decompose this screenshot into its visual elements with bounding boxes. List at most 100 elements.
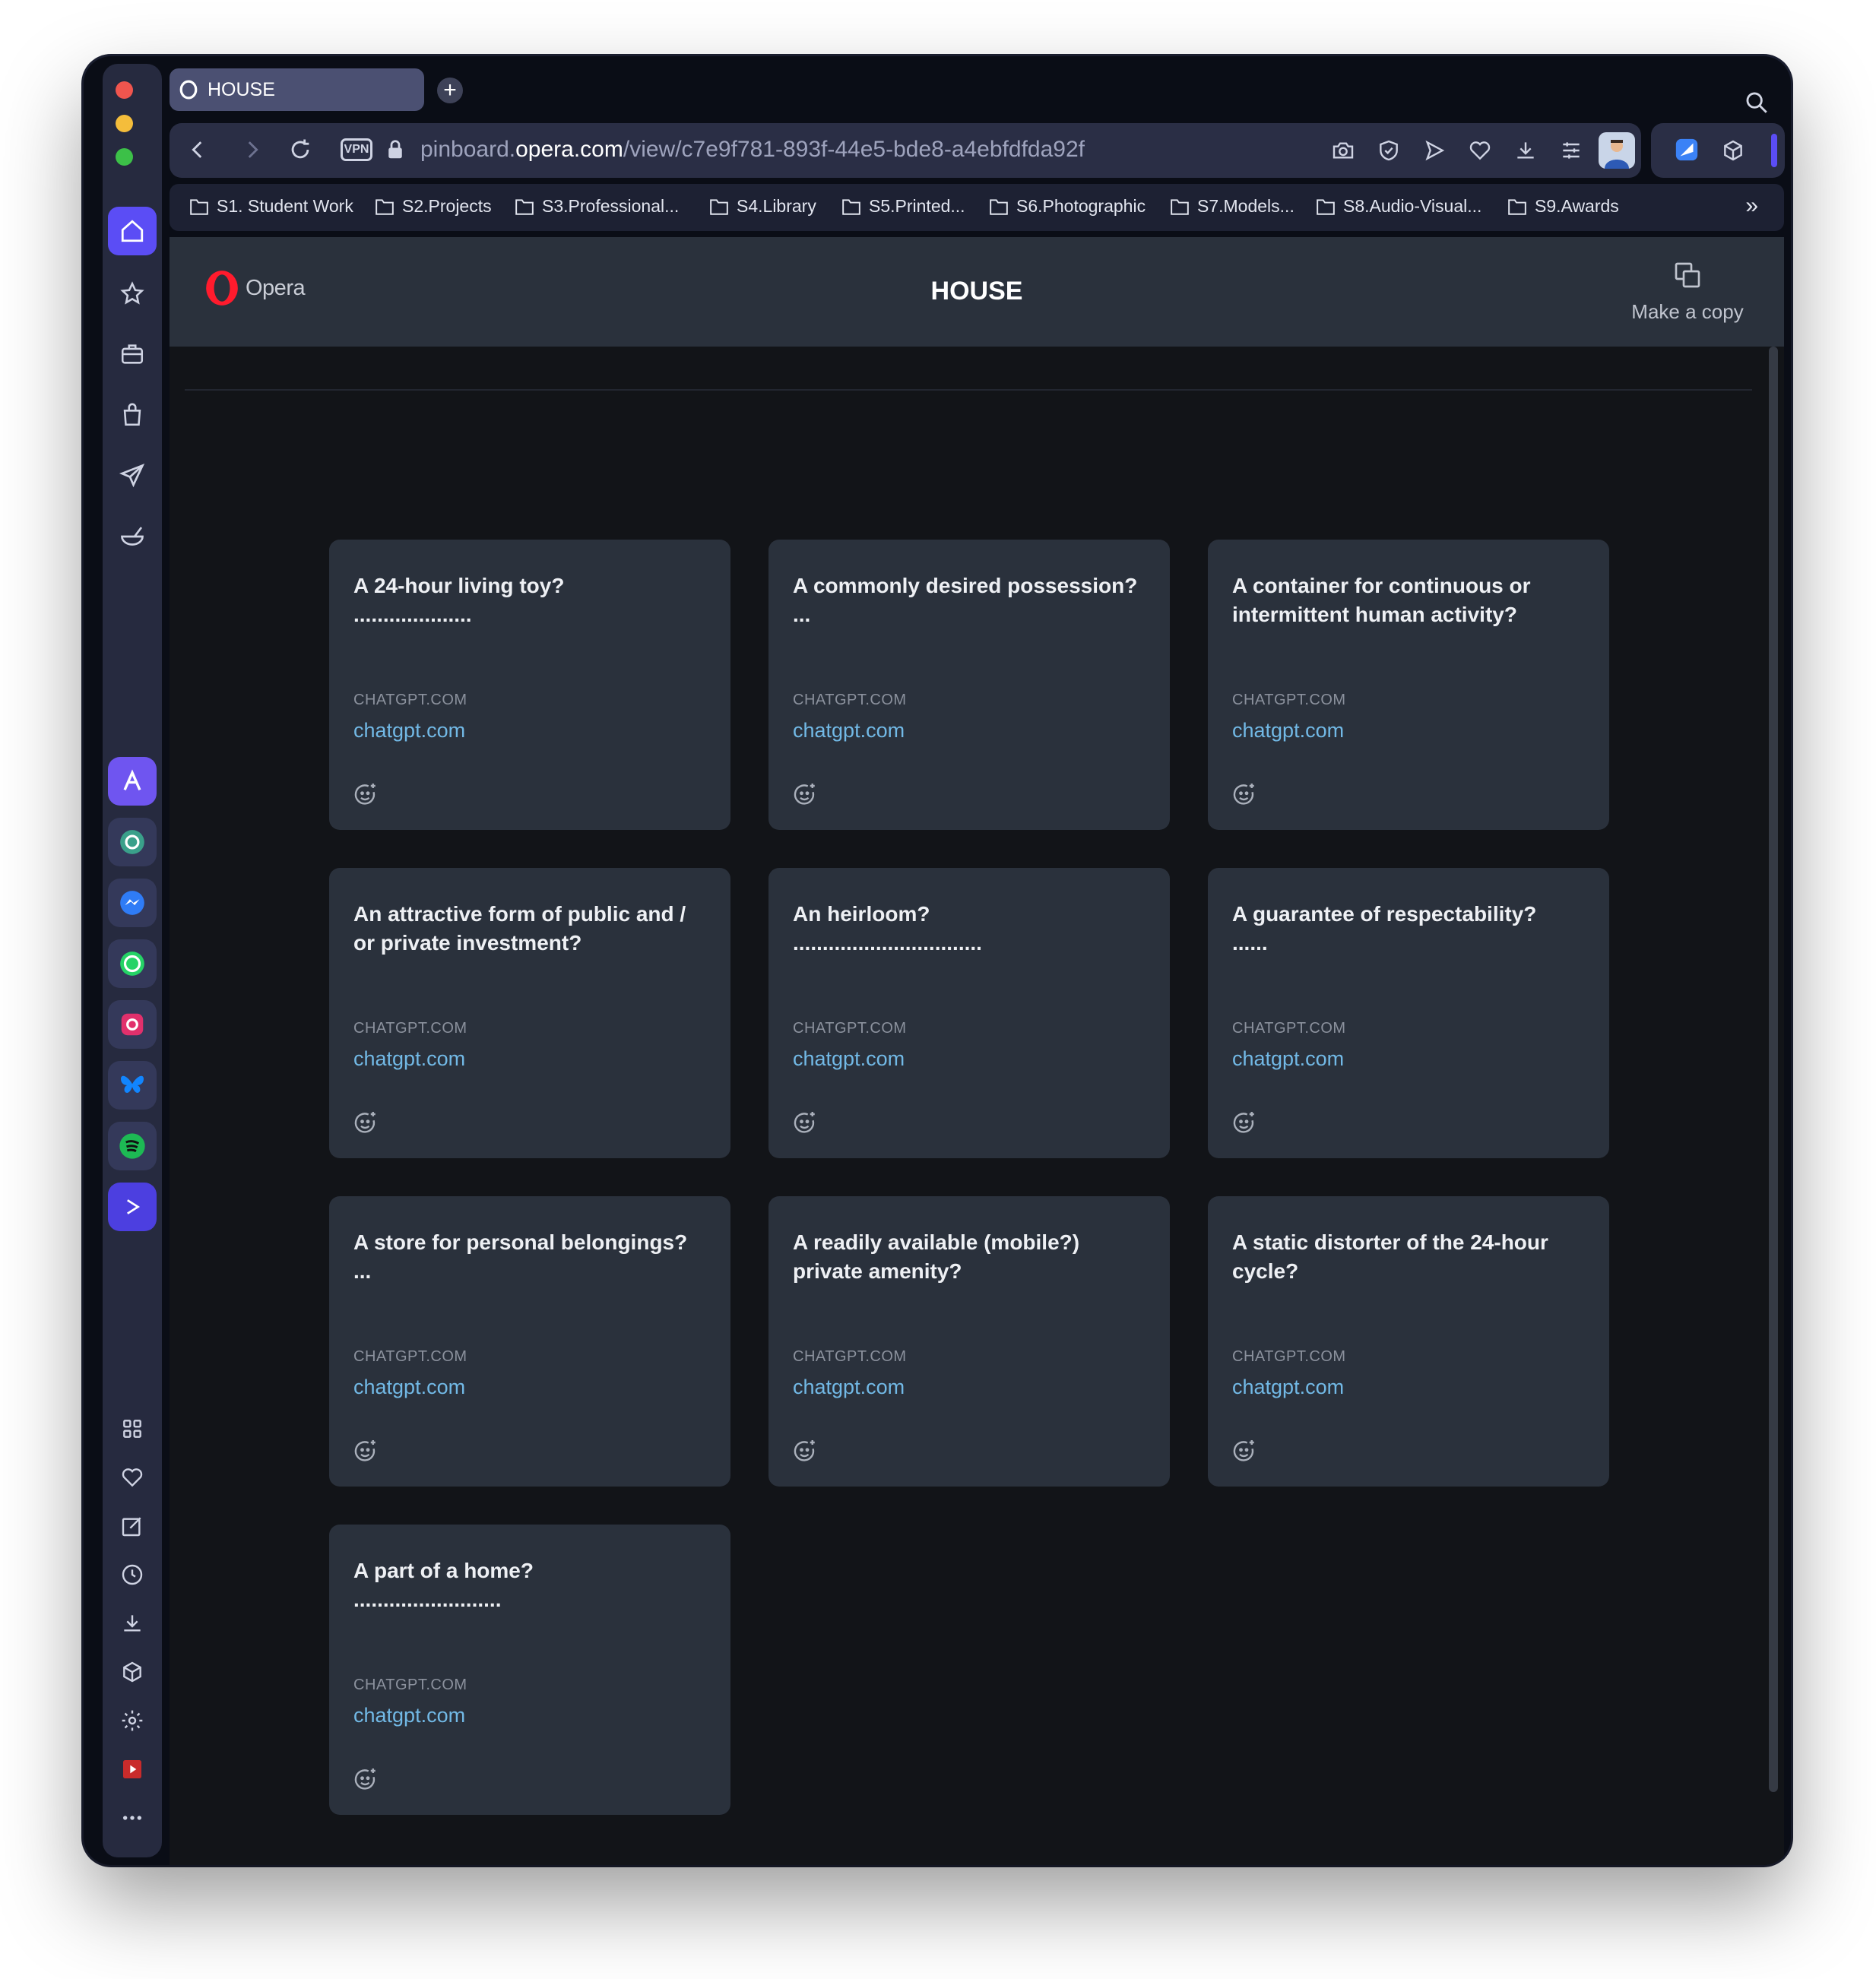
sidebar-history-button[interactable] [103, 1553, 162, 1596]
add-reaction-button[interactable] [352, 1766, 379, 1797]
card-link[interactable]: chatgpt.com [793, 719, 905, 743]
downloads-button[interactable] [1513, 138, 1538, 166]
profile-avatar-button[interactable] [1599, 132, 1635, 173]
bookmark-folder-s8[interactable]: S8.Audio-Visual... [1316, 196, 1481, 217]
sidebar-workspace-button[interactable] [103, 333, 162, 375]
sidebar-extensions-grid-button[interactable] [103, 1407, 162, 1450]
sidebar-accent-strip [1771, 134, 1777, 167]
extension-vpn-pro-button[interactable] [1674, 137, 1700, 166]
add-reaction-button[interactable] [352, 1438, 379, 1469]
tab-search-button[interactable] [1744, 90, 1770, 119]
play-icon [127, 1199, 141, 1214]
maximize-window-button[interactable] [116, 148, 133, 166]
bookmark-label: S3.Professional... [542, 196, 680, 216]
card-link[interactable]: chatgpt.com [793, 1376, 905, 1399]
messenger-app-button[interactable] [108, 879, 157, 927]
sidebar-extensions-button[interactable] [103, 1651, 162, 1693]
sidebar-travel-button[interactable] [103, 454, 162, 497]
add-reaction-button[interactable] [1231, 1110, 1258, 1141]
chevron-right-icon [248, 141, 258, 158]
heart-icon [122, 1468, 143, 1487]
add-reaction-button[interactable] [352, 781, 379, 812]
add-reaction-button[interactable] [352, 1110, 379, 1141]
url-field[interactable]: pinboard.opera.com/view/c7e9f781-893f-44… [420, 137, 1085, 163]
sidebar-settings-button[interactable] [103, 1699, 162, 1742]
chatgpt-app-button[interactable] [108, 818, 157, 866]
card-source: CHATGPT.COM [1232, 1348, 1346, 1365]
easy-setup-button[interactable] [1559, 138, 1583, 166]
aria-app-button[interactable] [108, 757, 157, 806]
spotify-app-button[interactable] [108, 1122, 157, 1170]
bookmark-folder-s9[interactable]: S9.Awards [1507, 196, 1619, 217]
scrollbar[interactable] [1769, 347, 1778, 1792]
video-icon [123, 1760, 141, 1778]
sidebar-more-button[interactable] [103, 1797, 162, 1839]
bookmark-folder-s5[interactable]: S5.Printed... [841, 196, 965, 217]
sidebar-speed-dial-button[interactable] [103, 272, 162, 315]
folder-icon [1171, 198, 1189, 215]
card-link[interactable]: chatgpt.com [1232, 1047, 1344, 1071]
card[interactable]: An heirloom? ...........................… [768, 868, 1170, 1158]
card-source: CHATGPT.COM [353, 1020, 467, 1037]
sidebar-video-button[interactable] [103, 1748, 162, 1791]
add-reaction-button[interactable] [791, 781, 819, 812]
sidebar-pinboards-button[interactable] [103, 1505, 162, 1547]
card-link[interactable]: chatgpt.com [1232, 719, 1344, 743]
vpn-badge[interactable]: VPN [341, 138, 372, 161]
sliders-icon [1563, 142, 1580, 159]
sidebar-bookmarks-button[interactable] [103, 1456, 162, 1499]
card[interactable]: A part of a home? ......................… [329, 1525, 730, 1815]
bookmark-folder-s1[interactable]: S1. Student Work [189, 196, 353, 217]
card-link[interactable]: chatgpt.com [353, 1376, 465, 1399]
reload-button[interactable] [287, 137, 313, 166]
forward-button[interactable] [239, 137, 265, 166]
card[interactable]: A readily available (mobile?) private am… [768, 1196, 1170, 1487]
add-reaction-button[interactable] [791, 1110, 819, 1141]
new-tab-button[interactable]: + [437, 78, 463, 103]
make-a-copy-button[interactable]: Make a copy [1623, 260, 1752, 324]
card-link[interactable]: chatgpt.com [353, 1047, 465, 1071]
card[interactable]: An attractive form of public and / or pr… [329, 868, 730, 1158]
bookmark-folder-s6[interactable]: S6.Photographic [989, 196, 1146, 217]
bookmark-folder-s2[interactable]: S2.Projects [375, 196, 492, 217]
card[interactable]: A commonly desired possession? ... CHATG… [768, 540, 1170, 830]
bluesky-app-button[interactable] [108, 1061, 157, 1110]
add-reaction-button[interactable] [1231, 1438, 1258, 1469]
tab-house[interactable]: HOUSE [170, 68, 424, 111]
card-link[interactable]: chatgpt.com [353, 1704, 465, 1727]
extensions-menu-button[interactable] [1721, 138, 1745, 166]
minimize-window-button[interactable] [116, 115, 133, 132]
sidebar-food-button[interactable] [103, 515, 162, 558]
instagram-app-button[interactable] [108, 1000, 157, 1049]
snapshot-button[interactable] [1331, 138, 1355, 166]
folder-icon [842, 198, 860, 215]
bookmark-folder-s7[interactable]: S7.Models... [1170, 196, 1295, 217]
card[interactable]: A 24-hour living toy? ..................… [329, 540, 730, 830]
close-window-button[interactable] [116, 81, 133, 99]
bookmark-folder-s4[interactable]: S4.Library [709, 196, 816, 217]
add-reaction-button[interactable] [1231, 781, 1258, 812]
whatsapp-app-button[interactable] [108, 939, 157, 988]
card[interactable]: A container for continuous or intermitte… [1208, 540, 1609, 830]
send-button[interactable] [1422, 138, 1447, 166]
bookmarks-overflow-button[interactable]: » [1745, 193, 1758, 219]
sidebar-downloads-button[interactable] [103, 1602, 162, 1645]
star-icon [120, 281, 144, 305]
card-link[interactable]: chatgpt.com [353, 719, 465, 743]
player-app-button[interactable] [108, 1183, 157, 1231]
card[interactable]: A guarantee of respectability? ...... CH… [1208, 868, 1609, 1158]
smiley-add-icon [794, 1440, 815, 1461]
card[interactable]: A static distorter of the 24-hour cycle?… [1208, 1196, 1609, 1487]
back-button[interactable] [185, 137, 211, 166]
bookmark-folder-s3[interactable]: S3.Professional... [515, 196, 679, 217]
card-source: CHATGPT.COM [353, 1348, 467, 1365]
card-link[interactable]: chatgpt.com [1232, 1376, 1344, 1399]
card-link[interactable]: chatgpt.com [793, 1047, 905, 1071]
sidebar-shopping-button[interactable] [103, 394, 162, 436]
smiley-add-icon [354, 1768, 376, 1790]
add-reaction-button[interactable] [791, 1438, 819, 1469]
card[interactable]: A store for personal belongings? ... CHA… [329, 1196, 730, 1487]
adblock-button[interactable] [1377, 138, 1401, 166]
sidebar-home-button[interactable] [103, 207, 162, 255]
bookmark-heart-button[interactable] [1468, 138, 1492, 166]
